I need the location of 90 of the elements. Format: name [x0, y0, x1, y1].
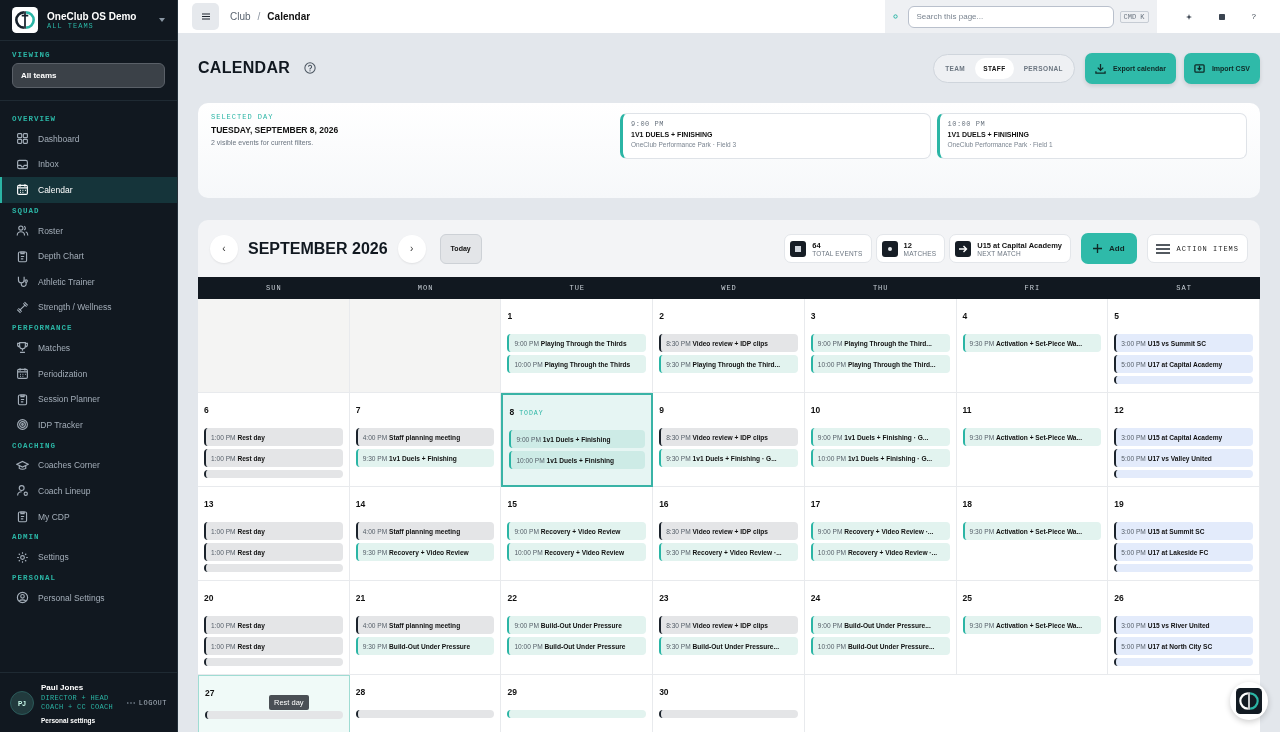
grid-icon: [790, 240, 807, 257]
page-title: CALENDAR: [198, 59, 291, 77]
target-icon: [16, 418, 29, 432]
day-number: 26: [1114, 593, 1124, 603]
nav-item[interactable]: Inbox: [0, 151, 177, 178]
breadcrumb-link[interactable]: Club: [230, 11, 251, 22]
day-number: 22: [507, 593, 517, 603]
download-icon: [1094, 62, 1106, 74]
calendar-icon: [16, 367, 29, 381]
day-number: 23: [659, 593, 669, 603]
settings-icon: [16, 550, 29, 564]
day-number: 17: [810, 499, 821, 509]
nav-item[interactable]: IDP Tracker: [0, 411, 177, 438]
menu-button[interactable]: [192, 3, 219, 30]
day-number: 7: [355, 405, 361, 415]
search-icon: [892, 14, 898, 19]
inbox-icon: [16, 157, 29, 171]
menu-icon: [201, 13, 210, 20]
nav-item[interactable]: Matches: [0, 335, 177, 361]
user-name: Paul Jones: [41, 682, 85, 692]
day-number: 28: [355, 687, 366, 697]
logo-icon: [12, 7, 38, 33]
trophy-icon: [16, 341, 29, 355]
day-number: 6: [204, 405, 209, 415]
nav-item[interactable]: Roster: [0, 217, 177, 244]
day-number: 30: [659, 687, 669, 697]
dumbbell-icon: [16, 300, 29, 314]
nav-item[interactable]: Strength / Wellness: [0, 294, 177, 321]
previous-month-button[interactable]: ‹: [210, 234, 238, 263]
nav-item[interactable]: Coaches Corner: [0, 452, 177, 479]
day-number: 3: [810, 311, 816, 321]
search-field[interactable]: Search this page...: [907, 5, 1114, 28]
graduation-cap-icon: [16, 458, 29, 472]
next-month-button[interactable]: ›: [397, 234, 426, 263]
nav-item[interactable]: Personal Settings: [0, 584, 177, 611]
day-number: 1: [507, 311, 513, 321]
help-icon[interactable]: [304, 62, 317, 74]
list-icon: [1155, 243, 1170, 254]
day-number: 29: [507, 687, 517, 697]
add-button[interactable]: Add: [1081, 233, 1137, 264]
import-icon: [1193, 62, 1205, 74]
sparkle-icon[interactable]: [1185, 13, 1192, 20]
day-number: 2: [659, 311, 664, 321]
day-number: 12: [1114, 405, 1124, 415]
month-title: SEPTEMBER 2026: [248, 239, 388, 258]
day-number: 9: [659, 405, 664, 415]
plus-icon: [1093, 244, 1102, 253]
nav-item[interactable]: Session Planner: [0, 386, 177, 412]
clipboard-icon: [16, 510, 29, 523]
day-number: 18: [962, 499, 973, 509]
day-number: 24: [810, 593, 821, 603]
day-number: 13: [204, 499, 214, 509]
nav-item[interactable]: Settings: [0, 544, 177, 570]
clipboard-icon: [16, 392, 29, 406]
calendar-icon: [16, 183, 29, 197]
stethoscope-icon: [16, 275, 29, 289]
grid-icon: [16, 132, 29, 146]
nav-item[interactable]: Calendar: [0, 177, 177, 203]
day-number: 20: [204, 593, 214, 603]
help-button[interactable]: ?: [1251, 12, 1256, 21]
day-number: 25: [962, 593, 973, 603]
clipboard-icon: [16, 249, 29, 263]
day-number: 10: [810, 405, 821, 415]
day-number: 11: [962, 405, 972, 415]
day-number: 19: [1114, 499, 1124, 509]
day-number: 14: [355, 499, 366, 509]
caret-icon[interactable]: [159, 18, 165, 22]
selected-date: TUESDAY, SEPTEMBER 8, 2026: [211, 125, 340, 135]
dots-icon: [126, 702, 135, 705]
day-number: 5: [1114, 311, 1119, 321]
day-number: 27: [205, 688, 215, 698]
nav-item[interactable]: Athletic Trainer: [0, 268, 177, 295]
user-circle-icon: [16, 591, 29, 605]
users-icon: [16, 224, 29, 238]
nav-item[interactable]: Depth Chart: [0, 243, 177, 269]
nav-item[interactable]: Coach Lineup: [0, 478, 177, 504]
breadcrumb-separator: /: [257, 11, 261, 22]
brand-name: OneClub OS Demo: [47, 10, 138, 22]
team-select[interactable]: All teams: [12, 63, 165, 88]
user-icon: [16, 484, 29, 498]
breadcrumb-current: Calendar: [267, 11, 311, 22]
nav-item[interactable]: Dashboard: [0, 126, 177, 152]
nav-item[interactable]: My CDP: [0, 503, 177, 530]
day-number: 21: [355, 593, 366, 603]
nav-item[interactable]: Periodization: [0, 360, 177, 387]
day-number: 4: [962, 311, 968, 321]
day-number: 8: [509, 407, 515, 417]
day-number: 16: [659, 499, 669, 509]
square-icon[interactable]: [1218, 13, 1225, 20]
day-number: 15: [507, 499, 517, 509]
